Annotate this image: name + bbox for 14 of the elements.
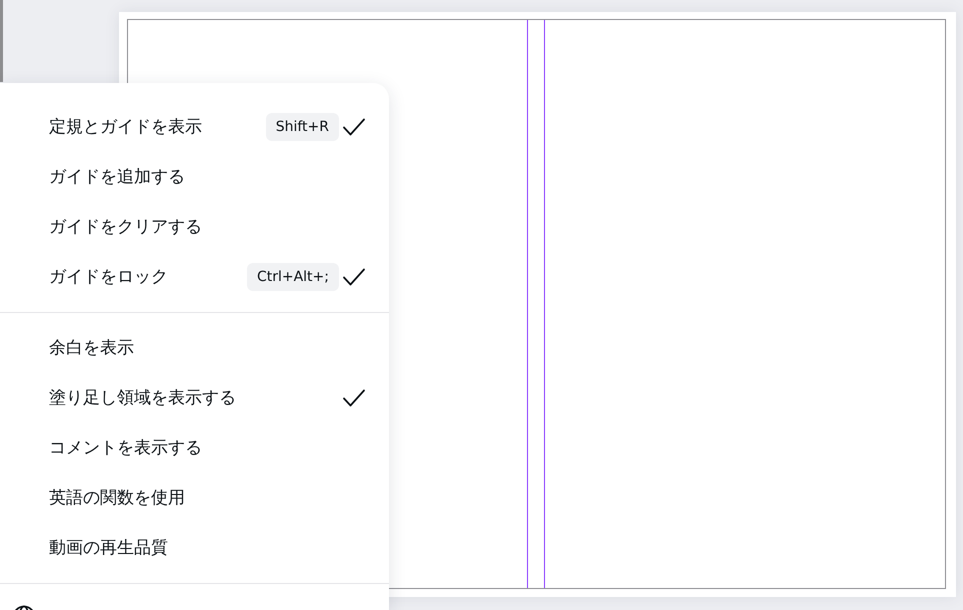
menu-item[interactable]: コメントを表示する <box>49 437 342 459</box>
menu-item[interactable]: ガイドを追加する <box>49 166 342 188</box>
guide-line[interactable] <box>527 20 528 588</box>
shortcut-badge: Shift+R <box>266 113 339 141</box>
menu-item[interactable]: 動画の再生品質 <box>49 537 342 559</box>
menu-item[interactable]: 塗り足し領域を表示する <box>49 387 342 409</box>
menu-item[interactable]: ガイドをクリアする <box>49 216 342 238</box>
shortcut-badge: Ctrl+Alt+; <box>246 263 339 291</box>
menu-item[interactable]: 英語の関数を使用 <box>49 487 342 509</box>
menu-item[interactable]: ガイドをロック <box>49 266 247 288</box>
menu-item[interactable]: 定規とガイドを表示 <box>49 116 266 138</box>
scrollbar-thumb[interactable] <box>0 0 3 82</box>
menu-item[interactable]: 余白を表示 <box>49 337 342 359</box>
guide-line[interactable] <box>544 20 545 588</box>
